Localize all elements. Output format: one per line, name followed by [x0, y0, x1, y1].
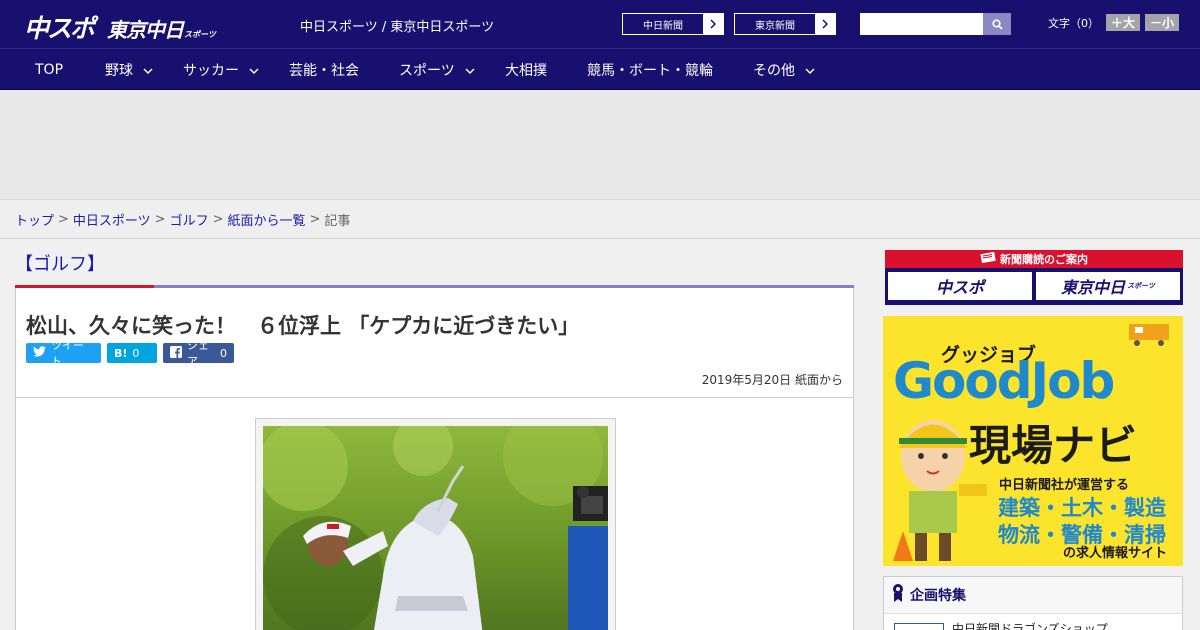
top-ad-slot: [0, 90, 1200, 200]
subscription-banner-title: 新聞購読のご案内: [885, 250, 1183, 268]
nav-item-label: 大相撲: [505, 62, 547, 79]
special-features-title: 企画特集: [910, 588, 966, 604]
breadcrumb-top[interactable]: トップ: [15, 210, 54, 229]
breadcrumb: トップ > 中日スポーツ > ゴルフ > 紙面から一覧 > 記事: [0, 200, 1200, 239]
paper-link-label: 中日新聞: [623, 14, 703, 34]
nav-item-sports[interactable]: スポーツ: [399, 49, 475, 90]
paper-link-label: 東京新聞: [735, 14, 815, 34]
chevron-down-icon: [249, 62, 259, 78]
site-name: 中日スポーツ / 東京中日スポーツ: [300, 20, 495, 35]
chevron-down-icon: [805, 62, 815, 78]
hatena-icon: B!: [114, 346, 128, 360]
article-photo[interactable]: [263, 426, 608, 630]
tokyo-chunichi-logo-small: スポーツ: [1127, 282, 1155, 290]
chevron-right-icon: [703, 14, 723, 34]
tweet-label: ツイート: [51, 339, 84, 368]
nav-item-baseball[interactable]: 野球: [105, 49, 153, 90]
search-icon: [991, 18, 1003, 30]
special-feature-label: 中日新聞ドラゴンズショップ: [952, 622, 1108, 630]
chunichi-shimbun-link[interactable]: 中日新聞: [622, 13, 724, 35]
breadcrumb-paper-list[interactable]: 紙面から一覧: [228, 210, 306, 229]
newspaper-icon: [980, 251, 996, 266]
facebook-icon: [170, 345, 182, 361]
goodjob-line1: 中日新聞社が運営する: [999, 478, 1130, 493]
breadcrumb-current: 記事: [324, 213, 351, 229]
font-larger-button[interactable]: ＋大: [1106, 14, 1141, 31]
subscription-banner[interactable]: 新聞購読のご案内 中スポ 東京中日 スポーツ: [885, 250, 1183, 305]
goodjob-title: GoodJob: [893, 352, 1115, 410]
hatena-count: 0: [132, 346, 140, 360]
breadcrumb-separator: >: [154, 211, 166, 227]
tokyo-chunichi-subscribe-logo[interactable]: 東京中日 スポーツ: [1036, 272, 1180, 300]
breadcrumb-separator: >: [212, 211, 224, 227]
article-date: 2019年5月20日 紙面から: [701, 373, 843, 387]
nav-item-label: 芸能・社会: [289, 62, 359, 79]
special-features-box: 企画特集 中日新聞ドラゴンズショップ: [883, 576, 1183, 630]
logo-sub: 東京中日: [107, 18, 184, 42]
hatena-bookmark-button[interactable]: B! 0: [107, 343, 157, 363]
nav-item-label: スポーツ: [399, 62, 455, 79]
breadcrumb-chunichi-sports[interactable]: 中日スポーツ: [73, 210, 151, 229]
breadcrumb-separator: >: [309, 211, 321, 227]
nav-item-soccer[interactable]: サッカー: [183, 49, 259, 90]
nav-item-sumo[interactable]: 大相撲: [505, 49, 547, 90]
nav-item-other[interactable]: その他: [753, 49, 815, 90]
nav-item-label: TOP: [35, 61, 64, 78]
tokyo-shimbun-link[interactable]: 東京新聞: [734, 13, 836, 35]
nav-item-entertainment[interactable]: 芸能・社会: [289, 49, 359, 90]
chevron-down-icon: [143, 62, 153, 78]
nav-item-top[interactable]: TOP: [35, 49, 63, 90]
site-search: [860, 13, 1011, 35]
chevron-down-icon: [465, 62, 475, 78]
special-feature-item[interactable]: 中日新聞ドラゴンズショップ: [884, 614, 1182, 630]
twitter-icon: [33, 346, 46, 360]
nav-item-label: その他: [753, 62, 795, 79]
special-features-header: 企画特集: [884, 577, 1182, 614]
facebook-count: 0: [220, 346, 227, 360]
goodjob-line4: の求人情報サイト: [1063, 546, 1168, 561]
subscription-logos: 中スポ 東京中日 スポーツ: [885, 268, 1183, 304]
goodjob-ad-banner[interactable]: グッジョブ GoodJob 現場ナビ 中日新聞社が運営する 建築・土木・製造 物…: [883, 316, 1183, 566]
nav-item-racing[interactable]: 競馬・ボート・競輪: [587, 49, 713, 90]
font-size-control: 文字（0） ＋大 －小: [1048, 14, 1184, 31]
chevron-right-icon: [815, 14, 835, 34]
breadcrumb-separator: >: [58, 211, 69, 227]
search-button[interactable]: [983, 13, 1011, 35]
search-input[interactable]: [860, 13, 983, 35]
nav-item-label: サッカー: [183, 62, 239, 79]
nav-item-label: 野球: [105, 62, 133, 79]
breadcrumb-golf[interactable]: ゴルフ: [170, 210, 209, 229]
article-headline: 松山、久々に笑った！ ６位浮上 「ケプカに近づきたい」: [26, 314, 580, 338]
logo-main: 中スポ: [24, 14, 95, 43]
goodjob-line2: 建築・土木・製造: [998, 496, 1166, 520]
tweet-button[interactable]: ツイート: [26, 339, 101, 368]
font-size-label: 文字（0）: [1048, 16, 1099, 30]
chuspo-subscribe-logo[interactable]: 中スポ: [888, 272, 1032, 300]
dragons-shop-thumbnail: [894, 622, 944, 630]
category-title: 【ゴルフ】: [15, 254, 105, 275]
goodjob-subtitle: 現場ナビ: [969, 421, 1138, 470]
tokyo-chunichi-logo-text: 東京中日: [1061, 278, 1126, 297]
facebook-share-button[interactable]: シェア 0: [163, 339, 234, 368]
logo-sub-small: スポーツ: [184, 30, 216, 39]
top-header: 中スポ 東京中日 スポーツ 中日スポーツ / 東京中日スポーツ 中日新聞 東京新…: [0, 0, 1200, 48]
facebook-label: シェア: [187, 339, 209, 368]
site-logo[interactable]: 中スポ 東京中日 スポーツ: [24, 9, 216, 43]
ribbon-icon: [892, 583, 904, 607]
nav-item-label: 競馬・ボート・競輪: [587, 62, 713, 79]
font-smaller-button[interactable]: －小: [1145, 14, 1180, 31]
subscription-title-text: 新聞購読のご案内: [1000, 253, 1088, 266]
main-nav: TOP 野球 サッカー 芸能・社会 スポーツ 大相撲 競馬・ボート・競輪 その他: [0, 48, 1200, 90]
